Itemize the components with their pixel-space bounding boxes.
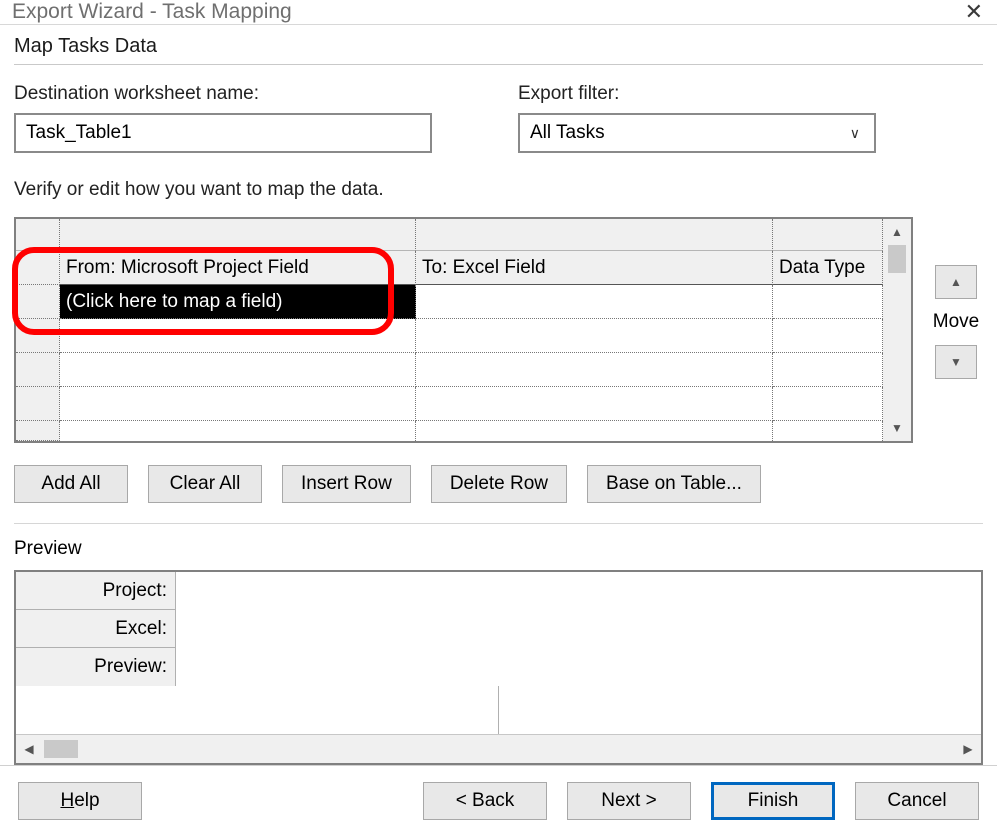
preview-divider — [14, 523, 983, 524]
empty-type-5[interactable] — [773, 421, 883, 441]
scroll-down-icon[interactable]: ▼ — [886, 417, 908, 439]
hscroll-thumb[interactable] — [44, 740, 78, 758]
close-icon[interactable]: ✕ — [965, 1, 983, 23]
scroll-up-icon[interactable]: ▲ — [886, 221, 908, 243]
preview-row-excel: Excel: — [16, 610, 981, 648]
header-type[interactable]: Data Type — [773, 251, 883, 285]
preview-blank-right — [499, 686, 981, 734]
fields-row: Destination worksheet name: Export filte… — [14, 83, 983, 153]
filter-field: Export filter: All Tasks ∨ — [518, 83, 878, 153]
worksheet-label: Destination worksheet name: — [14, 83, 438, 105]
preview-value-project — [176, 572, 981, 610]
header-from[interactable]: From: Microsoft Project Field — [60, 251, 416, 285]
mapping-description: Verify or edit how you want to map the d… — [14, 179, 983, 201]
row-head — [16, 251, 60, 285]
row-head-5[interactable] — [16, 421, 60, 441]
mapping-area: From: Microsoft Project Field To: Excel … — [14, 217, 983, 443]
grid-body: From: Microsoft Project Field To: Excel … — [16, 219, 883, 441]
grid-data-row-3 — [16, 353, 883, 387]
header-to[interactable]: To: Excel Field — [416, 251, 773, 285]
worksheet-field: Destination worksheet name: — [14, 83, 438, 153]
divider — [14, 64, 983, 65]
clear-all-button[interactable]: Clear All — [148, 465, 262, 503]
preview-horizontal-scrollbar[interactable]: ◀ ▶ — [16, 735, 981, 763]
filter-select[interactable]: All Tasks ∨ — [518, 113, 876, 153]
scroll-thumb[interactable] — [888, 245, 906, 273]
filter-label: Export filter: — [518, 83, 878, 105]
move-label: Move — [933, 311, 979, 333]
grid-data-row-5 — [16, 421, 883, 441]
base-on-table-button[interactable]: Base on Table... — [587, 465, 761, 503]
empty-from-3[interactable] — [60, 353, 416, 387]
add-all-button[interactable]: Add All — [14, 465, 128, 503]
cancel-button[interactable]: Cancel — [855, 782, 979, 820]
insert-row-button[interactable]: Insert Row — [282, 465, 411, 503]
spacer-from — [60, 219, 416, 251]
move-column: ▲ Move ▼ — [929, 217, 983, 443]
row-selector-head[interactable] — [16, 219, 60, 251]
wizard-footer: Help < Back Next > Finish Cancel — [0, 765, 997, 836]
preview-title: Preview — [14, 538, 983, 560]
section-title: Map Tasks Data — [14, 35, 983, 58]
empty-to-3[interactable] — [416, 353, 773, 387]
grid-data-row-4 — [16, 387, 883, 421]
triangle-down-icon: ▼ — [950, 355, 962, 369]
preview-value-excel — [176, 610, 981, 648]
row-head-2[interactable] — [16, 319, 60, 353]
window-title: Export Wizard - Task Mapping — [12, 0, 292, 24]
grid-buttons-row: Add All Clear All Insert Row Delete Row … — [14, 465, 983, 503]
grid-vertical-scrollbar[interactable]: ▲ ▼ — [883, 219, 911, 441]
preview-row-blank — [16, 686, 981, 734]
preview-blank-left — [16, 686, 499, 734]
mapping-grid[interactable]: From: Microsoft Project Field To: Excel … — [14, 217, 913, 443]
empty-from-4[interactable] — [60, 387, 416, 421]
move-down-button[interactable]: ▼ — [935, 345, 977, 379]
content-area: Map Tasks Data Destination worksheet nam… — [0, 25, 997, 765]
spacer-type — [773, 219, 883, 251]
help-button[interactable]: Help — [18, 782, 142, 820]
grid-header-row: From: Microsoft Project Field To: Excel … — [16, 251, 883, 285]
map-field-to-cell[interactable] — [416, 285, 773, 319]
titlebar: Export Wizard - Task Mapping ✕ — [0, 0, 997, 25]
next-button[interactable]: Next > — [567, 782, 691, 820]
move-up-button[interactable]: ▲ — [935, 265, 977, 299]
grid-top-spacer — [16, 219, 883, 251]
preview-label-project: Project: — [16, 572, 176, 610]
worksheet-input[interactable] — [14, 113, 432, 153]
delete-row-button[interactable]: Delete Row — [431, 465, 567, 503]
mapping-grid-wrap: From: Microsoft Project Field To: Excel … — [14, 217, 913, 443]
preview-box: Project: Excel: Preview: ◀ — [14, 570, 983, 765]
row-head-1[interactable] — [16, 285, 60, 319]
export-wizard-window: Export Wizard - Task Mapping ✕ Map Tasks… — [0, 0, 997, 825]
empty-to-2[interactable] — [416, 319, 773, 353]
empty-to-4[interactable] — [416, 387, 773, 421]
empty-from-2[interactable] — [60, 319, 416, 353]
preview-row-preview: Preview: — [16, 648, 981, 686]
triangle-up-icon: ▲ — [950, 275, 962, 289]
hscroll-left-icon[interactable]: ◀ — [16, 737, 42, 761]
empty-to-5[interactable] — [416, 421, 773, 441]
back-button[interactable]: < Back — [423, 782, 547, 820]
preview-rows: Project: Excel: Preview: — [16, 572, 981, 735]
row-head-3[interactable] — [16, 353, 60, 387]
preview-value-preview — [176, 648, 981, 686]
chevron-down-icon: ∨ — [850, 125, 864, 142]
row-head-4[interactable] — [16, 387, 60, 421]
preview-label-preview: Preview: — [16, 648, 176, 686]
hscroll-right-icon[interactable]: ▶ — [955, 737, 981, 761]
finish-button[interactable]: Finish — [711, 782, 835, 820]
empty-from-5[interactable] — [60, 421, 416, 441]
map-field-from-cell[interactable]: (Click here to map a field) — [60, 285, 416, 319]
map-field-type-cell[interactable] — [773, 285, 883, 319]
preview-row-project: Project: — [16, 572, 981, 610]
filter-value: All Tasks — [530, 122, 605, 144]
empty-type-4[interactable] — [773, 387, 883, 421]
grid-data-row-2 — [16, 319, 883, 353]
empty-type-3[interactable] — [773, 353, 883, 387]
spacer-to — [416, 219, 773, 251]
empty-type-2[interactable] — [773, 319, 883, 353]
preview-label-excel: Excel: — [16, 610, 176, 648]
grid-data-row-1: (Click here to map a field) — [16, 285, 883, 319]
